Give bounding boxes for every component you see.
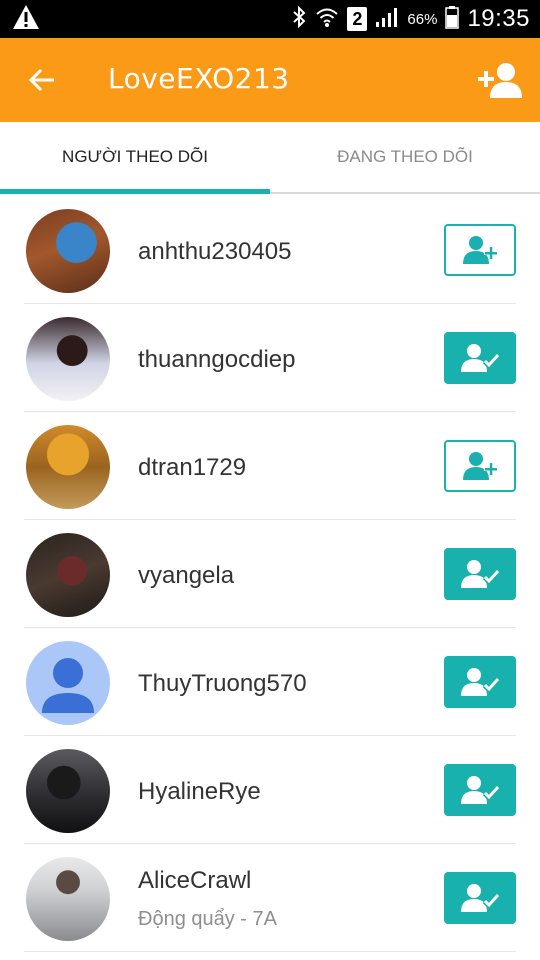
follow-button[interactable] <box>444 224 516 276</box>
user-check-icon <box>461 560 501 588</box>
tab-following[interactable]: ĐANG THEO DÕI <box>270 122 540 192</box>
signal-icon <box>375 6 399 33</box>
app-toolbar: LoveEXO213 <box>0 38 540 122</box>
tab-bar: NGƯỜI THEO DÕI ĐANG THEO DÕI <box>0 122 540 194</box>
avatar[interactable] <box>26 857 110 941</box>
battery-percent: 66% <box>407 10 438 28</box>
add-user-icon <box>463 236 498 264</box>
arrow-left-icon <box>28 68 54 92</box>
default-avatar-icon <box>42 658 94 713</box>
list-item[interactable]: HyalineRye <box>0 736 540 844</box>
following-button[interactable] <box>444 548 516 600</box>
following-button[interactable] <box>444 656 516 708</box>
user-check-icon <box>461 884 501 912</box>
follow-button[interactable] <box>444 440 516 492</box>
list-item[interactable]: dtran1729 <box>0 412 540 520</box>
list-item[interactable]: thuanngocdiep <box>0 304 540 412</box>
follower-list: anhthu230405 thuanngocdiep dtran1729 vya… <box>0 196 540 952</box>
wifi-icon <box>315 6 339 33</box>
username: ThuyTruong570 <box>138 670 307 697</box>
add-friend-button[interactable] <box>476 60 524 100</box>
following-button[interactable] <box>444 872 516 924</box>
list-item[interactable]: vyangela <box>0 520 540 628</box>
following-button[interactable] <box>444 332 516 384</box>
user-check-icon <box>461 776 501 804</box>
user-check-icon <box>461 344 501 372</box>
avatar[interactable] <box>26 209 110 293</box>
back-button[interactable] <box>22 60 62 100</box>
username: thuanngocdiep <box>138 346 296 373</box>
clock: 19:35 <box>467 5 530 32</box>
tab-followers[interactable]: NGƯỜI THEO DÕI <box>0 122 270 192</box>
list-item[interactable]: anhthu230405 <box>0 196 540 304</box>
username: dtran1729 <box>138 454 247 481</box>
page-title: LoveEXO213 <box>108 62 290 95</box>
battery-icon <box>445 5 460 34</box>
add-user-icon <box>478 63 522 98</box>
user-subtitle: Động quẩy - 7A <box>138 908 277 930</box>
sim-slot-badge: 2 <box>347 7 368 31</box>
username: anhthu230405 <box>138 238 292 265</box>
list-item[interactable]: AliceCrawl Động quẩy - 7A <box>0 844 540 952</box>
username: vyangela <box>138 562 235 589</box>
list-item[interactable]: ThuyTruong570 <box>0 628 540 736</box>
avatar[interactable] <box>26 425 110 509</box>
avatar[interactable] <box>26 317 110 401</box>
username: AliceCrawl <box>138 867 252 894</box>
status-bar: 2 66% 19:35 <box>0 0 540 38</box>
add-user-icon <box>463 452 498 480</box>
tab-indicator <box>0 189 270 194</box>
bluetooth-icon <box>291 5 307 34</box>
following-button[interactable] <box>444 764 516 816</box>
avatar[interactable] <box>26 749 110 833</box>
username: HyalineRye <box>138 778 261 805</box>
avatar[interactable] <box>26 533 110 617</box>
warning-icon <box>12 4 40 35</box>
user-check-icon <box>461 668 501 696</box>
avatar[interactable] <box>26 641 110 725</box>
